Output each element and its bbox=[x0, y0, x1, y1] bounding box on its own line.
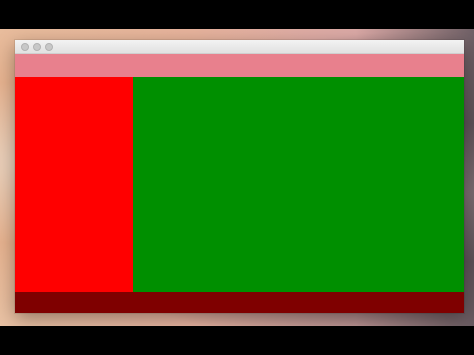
header-bar bbox=[15, 54, 464, 77]
sidebar-panel bbox=[15, 77, 133, 292]
minimize-window-button[interactable] bbox=[33, 43, 41, 51]
maximize-window-button[interactable] bbox=[45, 43, 53, 51]
main-content-panel bbox=[133, 77, 464, 292]
close-window-button[interactable] bbox=[21, 43, 29, 51]
app-window bbox=[15, 40, 464, 313]
window-titlebar[interactable] bbox=[15, 40, 464, 54]
screen bbox=[0, 0, 474, 355]
footer-bar bbox=[15, 292, 464, 313]
